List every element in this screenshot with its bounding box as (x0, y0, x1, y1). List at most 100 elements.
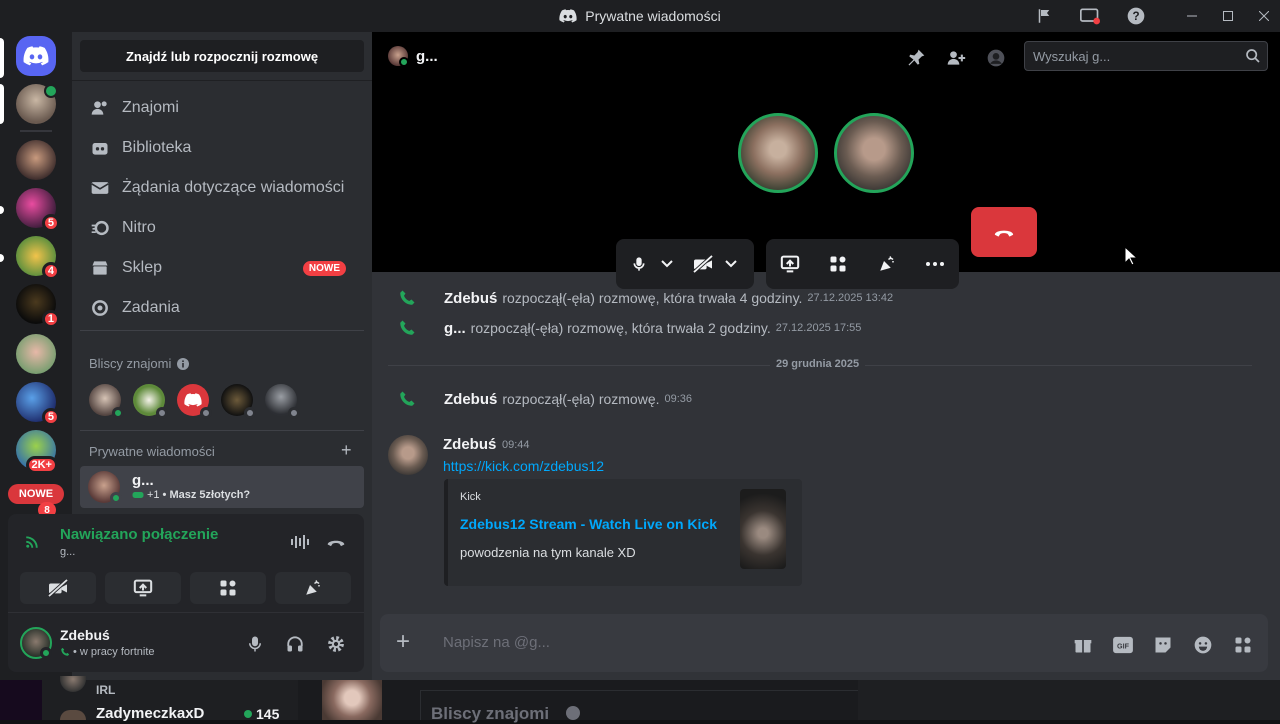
server-icon-5[interactable] (16, 334, 56, 374)
search-input[interactable]: Wyszukaj g... (1024, 41, 1268, 71)
info-icon[interactable] (177, 357, 190, 370)
unread-badge: 2K+ (25, 456, 58, 474)
screen-share-button[interactable] (105, 572, 181, 604)
divider (8, 612, 364, 613)
help-icon[interactable]: ? (1124, 4, 1148, 28)
nav-library[interactable]: Biblioteka (80, 128, 364, 168)
embed-title[interactable]: Zdebus12 Stream - Watch Live on Kick (460, 516, 717, 532)
embed-provider[interactable]: Kick (460, 491, 481, 503)
close-friend-avatar[interactable] (265, 384, 300, 419)
mouse-cursor (1124, 246, 1138, 266)
camera-off-button[interactable] (20, 572, 96, 604)
emoji-icon[interactable] (1192, 634, 1214, 656)
new-unreads-pill[interactable]: NOWE (8, 484, 64, 504)
dm-name: g... (132, 472, 154, 489)
discord-logo-icon (23, 46, 49, 66)
mail-icon (90, 178, 110, 198)
nav-friends[interactable]: Znajomi (80, 88, 364, 128)
server-icon-1[interactable] (16, 140, 56, 180)
more-options-icon[interactable] (918, 247, 952, 281)
message-avatar[interactable] (388, 435, 428, 475)
soundboard-icon (303, 579, 323, 597)
create-dm-plus-icon[interactable]: + (341, 441, 352, 459)
screen-record-icon[interactable] (1078, 4, 1102, 28)
close-friend-avatar[interactable] (133, 384, 168, 419)
dm-header: Prywatne wiadomości (89, 444, 215, 459)
call-soundboard-button[interactable] (870, 247, 904, 281)
activities-button[interactable] (190, 572, 266, 604)
disconnect-icon[interactable] (326, 536, 346, 548)
message-author[interactable]: Zdebuś (444, 290, 497, 307)
activity-controls (766, 239, 959, 289)
divider (80, 330, 364, 331)
voice-status[interactable]: Nawiązano połączenie (60, 526, 218, 543)
message-author[interactable]: Zdebuś (443, 436, 496, 453)
maximize-button[interactable] (1213, 6, 1243, 26)
nav-quests[interactable]: Zadania (80, 288, 364, 328)
sticker-icon[interactable] (1152, 634, 1174, 656)
noise-suppression-icon[interactable] (290, 534, 310, 550)
call-screen-share-button[interactable] (773, 247, 807, 281)
message-author[interactable]: g... (444, 320, 466, 337)
gift-icon[interactable] (1072, 634, 1094, 656)
close-friend-avatar[interactable] (177, 384, 212, 419)
pinned-icon[interactable] (906, 48, 926, 68)
svg-text:?: ? (1132, 10, 1139, 23)
add-friends-to-dm-icon[interactable] (946, 48, 966, 68)
selected-pill (0, 38, 4, 78)
message-composer[interactable]: + Napisz na @g... (380, 614, 1268, 672)
find-conversation-button[interactable]: Znajdź lub rozpocznij rozmowę (80, 40, 364, 72)
nav-shop[interactable]: Sklep NOWE (80, 248, 364, 288)
title-bar: Prywatne wiadomości ? (0, 0, 1280, 32)
server-icon-3[interactable]: 4 (16, 236, 60, 280)
connection-signal-icon[interactable] (24, 532, 42, 550)
unread-badge: 5 (41, 214, 60, 232)
nav-label: Biblioteka (122, 139, 192, 156)
discord-icon (559, 9, 577, 23)
close-button[interactable] (1249, 6, 1279, 26)
gif-icon[interactable]: GIF (1112, 634, 1134, 656)
apps-icon[interactable] (1232, 634, 1254, 656)
mic-icon[interactable] (246, 634, 264, 654)
nav-label: Nitro (122, 219, 156, 236)
user-profile-icon[interactable] (986, 48, 1006, 68)
dm-item-active[interactable]: g... +1 • Masz 5złotych? (80, 466, 364, 508)
server-dm-avatar[interactable] (16, 84, 58, 124)
call-camera-off-button[interactable] (686, 247, 720, 281)
close-friend-avatar[interactable] (89, 384, 124, 419)
message-text: rozpoczął(-ęła) rozmowę, która trwała 4 … (502, 290, 803, 306)
leave-call-button[interactable] (971, 207, 1037, 257)
header-channel-name[interactable]: g... (416, 48, 438, 65)
date-divider: 29 grudnia 2025 (770, 358, 866, 370)
active-dm-pill (0, 84, 4, 124)
call-activities-button[interactable] (821, 247, 855, 281)
server-icon-4[interactable]: 1 (16, 284, 60, 328)
shop-icon (90, 258, 110, 278)
nav-nitro[interactable]: Nitro (80, 208, 364, 248)
embed-thumbnail[interactable] (740, 489, 786, 569)
call-mic-button[interactable] (622, 247, 656, 281)
dm-status-text: • Masz 5złotych? (162, 489, 251, 501)
flag-icon[interactable] (1032, 4, 1056, 28)
message-author[interactable]: Zdebuś (444, 391, 497, 408)
user-name[interactable]: Zdebuś (60, 627, 110, 643)
headphones-icon[interactable] (286, 634, 304, 654)
call-participant-avatar[interactable] (738, 113, 818, 193)
settings-gear-icon[interactable] (326, 634, 346, 654)
call-participant-avatar[interactable] (834, 113, 914, 193)
chevron-down-icon[interactable] (656, 247, 678, 281)
server-icon-7[interactable]: 2K+ (16, 430, 58, 474)
home-button[interactable] (16, 36, 56, 76)
close-friend-avatar[interactable] (221, 384, 256, 419)
nav-message-requests[interactable]: Żądania dotyczące wiadomości (80, 168, 364, 208)
minimize-button[interactable] (1177, 6, 1207, 26)
server-icon-2[interactable]: 5 (16, 188, 60, 232)
message-timestamp: 27.12.2025 17:55 (775, 322, 862, 334)
chevron-down-icon[interactable] (720, 247, 742, 281)
voice-channel[interactable]: g... (60, 546, 75, 558)
server-icon-6[interactable]: 5 (16, 382, 60, 426)
message-link[interactable]: https://kick.com/zdebus12 (443, 458, 604, 474)
soundboard-button[interactable] (275, 572, 351, 604)
attach-plus-icon[interactable]: + (396, 630, 410, 654)
close-friends-header: Bliscy znajomi (89, 356, 190, 371)
